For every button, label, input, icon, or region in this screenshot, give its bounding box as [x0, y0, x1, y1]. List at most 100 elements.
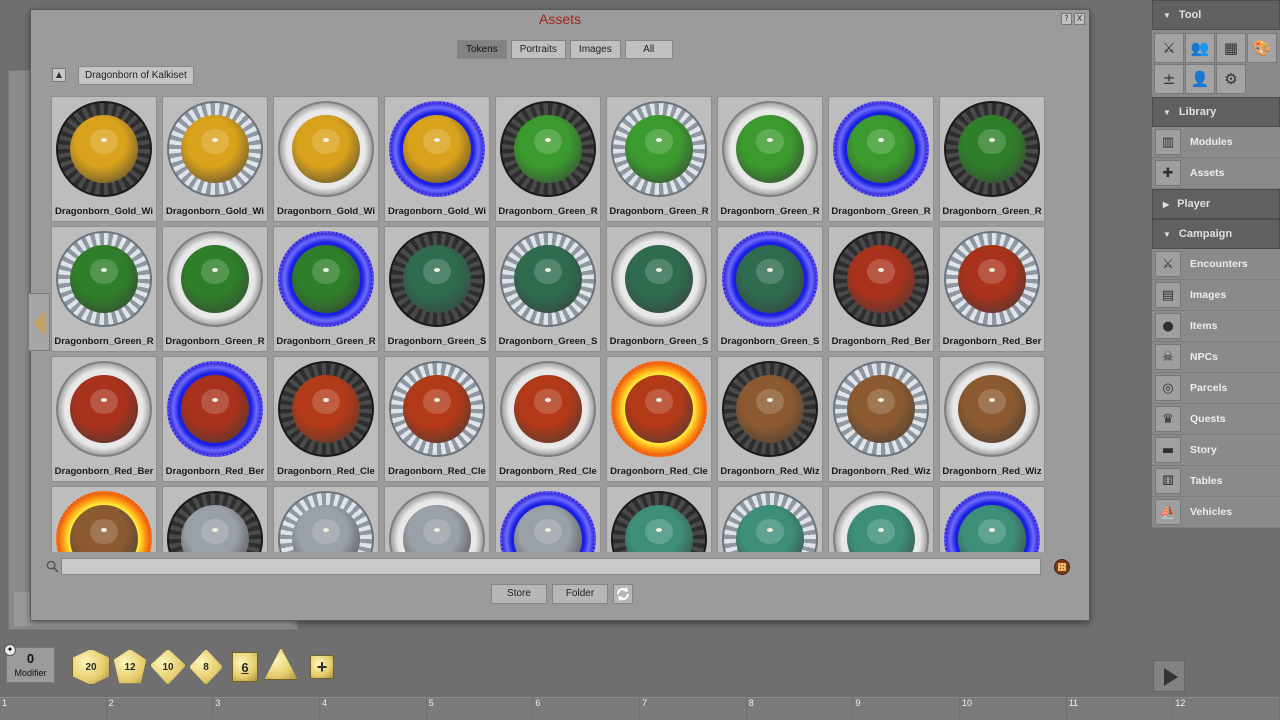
asset-token-tile[interactable]: Dragonborn_Green_R: [828, 96, 934, 222]
options-gear-icon[interactable]: ⚙: [1216, 64, 1246, 94]
asset-token-tile[interactable]: Dragonborn_Gold_Wi: [51, 96, 157, 222]
combat-tracker-icon[interactable]: ⚔: [1154, 33, 1184, 63]
token-grid-viewport[interactable]: Dragonborn_Gold_Wi Dragonborn_Gold_Wi Drag…: [51, 96, 1051, 552]
help-button[interactable]: ?: [1061, 13, 1072, 25]
asset-token-label: Dragonborn_Green_S: [498, 336, 598, 347]
hotkey-slot[interactable]: 11: [1066, 697, 1173, 720]
asset-token-label: Dragonborn_Red_Cle: [499, 466, 597, 477]
sidebar-item-modules[interactable]: ▥ Modules: [1152, 127, 1280, 158]
asset-token-tile[interactable]: Dragonborn_Green_R: [939, 96, 1045, 222]
refresh-button[interactable]: [613, 584, 633, 604]
sidebar-item-quests[interactable]: ♛ Quests: [1152, 404, 1280, 435]
asset-token-tile[interactable]: [495, 486, 601, 552]
asset-token-tile[interactable]: Dragonborn_Red_Ber: [939, 226, 1045, 352]
sidebar-item-tables[interactable]: ⚅ Tables: [1152, 466, 1280, 497]
asset-token-tile[interactable]: Dragonborn_Gold_Wi: [162, 96, 268, 222]
hotkey-slot[interactable]: 1: [0, 697, 106, 720]
hotkey-slot[interactable]: 2: [106, 697, 213, 720]
asset-token-tile[interactable]: [606, 486, 712, 552]
sidebar-item-label: Items: [1190, 320, 1218, 332]
asset-token-tile[interactable]: Dragonborn_Green_R: [495, 96, 601, 222]
collapse-left-arrow-icon[interactable]: [28, 293, 50, 351]
calendar-icon[interactable]: ▦: [1216, 33, 1246, 63]
grid-view-icon[interactable]: [1054, 559, 1070, 575]
token-portrait: [514, 375, 582, 443]
d20-die-icon[interactable]: 20: [72, 649, 110, 685]
tab-portraits[interactable]: Portraits: [510, 40, 566, 59]
sidebar-item-images[interactable]: ▤ Images: [1152, 280, 1280, 311]
asset-token-tile[interactable]: Dragonborn_Red_Wiz: [828, 356, 934, 482]
close-button[interactable]: X: [1074, 13, 1085, 25]
add-die-button[interactable]: +: [310, 655, 334, 679]
asset-token-tile[interactable]: Dragonborn_Green_S: [606, 226, 712, 352]
hotkey-slot[interactable]: 12: [1173, 697, 1280, 720]
store-button[interactable]: Store: [491, 584, 547, 604]
asset-token-tile[interactable]: Dragonborn_Green_S: [495, 226, 601, 352]
expand-triangle-icon: ▼: [1163, 108, 1171, 117]
tool-section-header[interactable]: ▼ Tool: [1152, 0, 1280, 30]
asset-token-tile[interactable]: Dragonborn_Green_S: [717, 226, 823, 352]
asset-token-tile[interactable]: Dragonborn_Green_S: [384, 226, 490, 352]
modifiers-icon[interactable]: ±: [1154, 64, 1184, 94]
sidebar-item-vehicles[interactable]: ⛵ Vehicles: [1152, 497, 1280, 528]
palette-icon[interactable]: 🎨: [1247, 33, 1277, 63]
hotkey-slot[interactable]: 6: [533, 697, 640, 720]
token-image: [833, 231, 929, 327]
tab-all[interactable]: All: [624, 40, 673, 59]
sidebar-item-items[interactable]: ● Items: [1152, 311, 1280, 342]
asset-token-tile[interactable]: Dragonborn_Red_Ber: [162, 356, 268, 482]
sidebar-item-assets[interactable]: ✚ Assets: [1152, 158, 1280, 189]
asset-token-tile[interactable]: Dragonborn_Red_Cle: [384, 356, 490, 482]
asset-token-tile[interactable]: [828, 486, 934, 552]
characters-icon[interactable]: 👤: [1185, 64, 1215, 94]
folder-button[interactable]: Folder: [552, 584, 608, 604]
hotkey-slot[interactable]: 7: [640, 697, 746, 720]
d12-die-icon[interactable]: 12: [112, 649, 148, 685]
tab-tokens[interactable]: Tokens: [457, 40, 507, 59]
sidebar-item-story[interactable]: ▬ Story: [1152, 435, 1280, 466]
asset-token-tile[interactable]: Dragonborn_Red_Ber: [51, 356, 157, 482]
asset-token-tile[interactable]: Dragonborn_Gold_Wi: [273, 96, 379, 222]
token-image: [833, 491, 929, 552]
asset-token-tile[interactable]: [51, 486, 157, 552]
sidebar-item-parcels[interactable]: ◎ Parcels: [1152, 373, 1280, 404]
tab-images[interactable]: Images: [569, 40, 621, 59]
asset-token-tile[interactable]: [384, 486, 490, 552]
asset-token-tile[interactable]: Dragonborn_Green_R: [51, 226, 157, 352]
sidebar-item-npcs[interactable]: ☠ NPCs: [1152, 342, 1280, 373]
asset-token-tile[interactable]: Dragonborn_Green_R: [162, 226, 268, 352]
asset-token-tile[interactable]: Dragonborn_Gold_Wi: [384, 96, 490, 222]
d8-die-icon[interactable]: 8: [189, 649, 223, 685]
hotkey-slot[interactable]: 3: [213, 697, 320, 720]
asset-token-tile[interactable]: Dragonborn_Red_Wiz: [939, 356, 1045, 482]
asset-token-tile[interactable]: Dragonborn_Red_Cle: [273, 356, 379, 482]
asset-token-tile[interactable]: Dragonborn_Red_Ber: [828, 226, 934, 352]
sidebar-item-encounters[interactable]: ⚔ Encounters: [1152, 249, 1280, 280]
hotkey-slot[interactable]: 10: [960, 697, 1066, 720]
d4-die-icon[interactable]: [264, 648, 298, 680]
d6-die-icon[interactable]: 6: [232, 652, 258, 682]
asset-token-tile[interactable]: Dragonborn_Red_Cle: [495, 356, 601, 482]
player-section-header[interactable]: ▶ Player: [1152, 189, 1280, 219]
campaign-section-header[interactable]: ▼ Campaign: [1152, 219, 1280, 249]
d10-die-icon[interactable]: 10: [150, 649, 186, 685]
asset-token-tile[interactable]: Dragonborn_Red_Wiz: [717, 356, 823, 482]
hotkey-slot[interactable]: 5: [426, 697, 533, 720]
asset-token-tile[interactable]: Dragonborn_Green_R: [273, 226, 379, 352]
hotkey-slot[interactable]: 9: [853, 697, 960, 720]
window-controls: ? X: [1061, 13, 1085, 25]
play-icon[interactable]: [1153, 660, 1185, 692]
asset-token-tile[interactable]: [717, 486, 823, 552]
asset-token-tile[interactable]: Dragonborn_Green_R: [606, 96, 712, 222]
hotkey-slot[interactable]: 8: [746, 697, 853, 720]
asset-token-tile[interactable]: [162, 486, 268, 552]
party-sheet-icon[interactable]: 👥: [1185, 33, 1215, 63]
asset-token-tile[interactable]: [939, 486, 1045, 552]
hotkey-slot[interactable]: 4: [320, 697, 426, 720]
asset-token-tile[interactable]: Dragonborn_Red_Cle: [606, 356, 712, 482]
search-input[interactable]: [61, 558, 1041, 575]
asset-token-tile[interactable]: [273, 486, 379, 552]
folder-up-button[interactable]: ▲: [52, 68, 66, 82]
library-section-header[interactable]: ▼ Library: [1152, 97, 1280, 127]
asset-token-tile[interactable]: Dragonborn_Green_R: [717, 96, 823, 222]
